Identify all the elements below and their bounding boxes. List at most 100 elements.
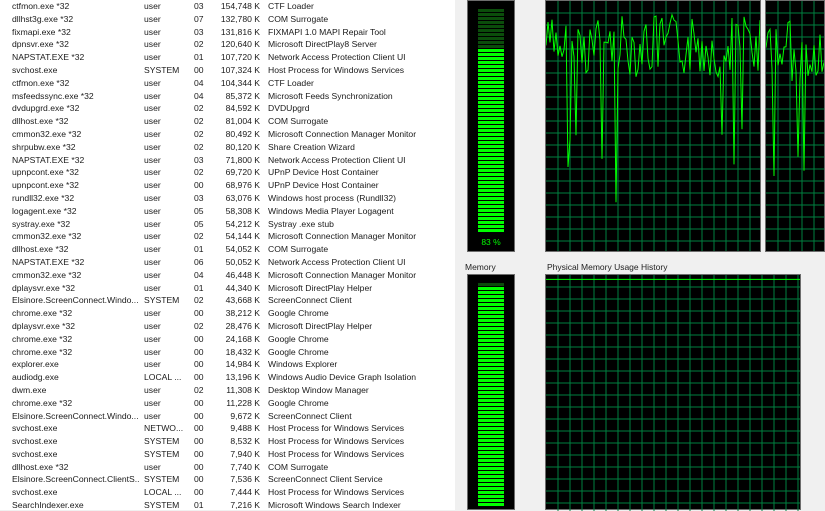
meter-segment xyxy=(478,427,504,430)
process-description: COM Surrogate xyxy=(268,13,329,24)
meter-segment xyxy=(478,133,504,136)
process-row[interactable]: rundll32.exe *32 user 03 63,076 K Windows ho… xyxy=(0,192,455,205)
process-description: Microsoft Feeds Synchronization xyxy=(268,90,393,101)
process-row[interactable]: chrome.exe *32 user 00 18,432 K Google Chrom… xyxy=(0,346,455,359)
process-name: Elsinore.ScreenConnect.Windo... xyxy=(12,410,139,421)
process-memory: 84,592 K xyxy=(225,103,260,114)
process-row[interactable]: dllhost.exe *32 user 02 81,004 K COM Surroga… xyxy=(0,115,455,128)
process-cpu: 00 xyxy=(194,474,204,485)
meter-segment xyxy=(478,423,504,426)
process-row[interactable]: upnpcont.exe *32 user 02 69,720 K UPnP Devic… xyxy=(0,166,455,179)
process-row[interactable]: dplaysvr.exe *32 user 01 44,340 K Microsoft … xyxy=(0,282,455,295)
process-memory: 80,492 K xyxy=(225,128,260,139)
process-row[interactable]: svchost.exe SYSTEM 00 107,324 K Host Process… xyxy=(0,64,455,77)
process-memory: 58,308 K xyxy=(225,205,260,216)
process-description: Google Chrome xyxy=(268,333,329,344)
process-cpu: 07 xyxy=(194,13,204,24)
memory-usage-meter xyxy=(467,274,515,510)
process-row[interactable]: svchost.exe SYSTEM 00 8,532 K Host Process f… xyxy=(0,435,455,448)
process-row[interactable]: svchost.exe LOCAL ... 00 7,444 K Host Proces… xyxy=(0,486,455,499)
process-row[interactable]: audiodg.exe LOCAL ... 00 13,196 K Windows Au… xyxy=(0,371,455,384)
process-row[interactable]: SearchIndexer.exe SYSTEM 01 7,216 K Microsof… xyxy=(0,499,455,510)
meter-segment xyxy=(478,287,504,290)
process-description: UPnP Device Host Container xyxy=(268,167,379,178)
process-row[interactable]: dllhst3g.exe *32 user 07 132,780 K COM Surro… xyxy=(0,13,455,26)
process-user: user xyxy=(144,77,161,88)
process-memory: 7,216 K xyxy=(230,500,260,510)
meter-segment xyxy=(478,41,504,44)
process-cpu: 00 xyxy=(194,461,204,472)
meter-segment xyxy=(478,503,504,506)
process-row[interactable]: systray.exe *32 user 05 54,212 K Systray .ex… xyxy=(0,218,455,231)
memory-history-label: Physical Memory Usage History xyxy=(547,262,668,272)
process-row[interactable]: cmmon32.exe *32 user 04 46,448 K Microsoft C… xyxy=(0,269,455,282)
process-name: cmmon32.exe *32 xyxy=(12,231,82,242)
process-user: SYSTEM xyxy=(144,500,180,510)
process-description: Host Process for Windows Services xyxy=(268,448,405,459)
cpu-usage-percent: 83 % xyxy=(481,237,501,247)
process-row[interactable]: chrome.exe *32 user 00 11,228 K Google Chrom… xyxy=(0,397,455,410)
process-row[interactable]: chrome.exe *32 user 00 24,168 K Google Chrom… xyxy=(0,333,455,346)
process-row[interactable]: msfeedssync.exe *32 user 04 85,372 K Microso… xyxy=(0,90,455,103)
process-name: ctfmon.exe *32 xyxy=(12,1,70,11)
process-description: ScreenConnect Client xyxy=(268,410,352,421)
process-row[interactable]: dpnsvr.exe *32 user 02 120,640 K Microsoft D… xyxy=(0,38,455,51)
process-row[interactable]: cmmon32.exe *32 user 02 80,492 K Microsoft C… xyxy=(0,128,455,141)
process-memory: 9,488 K xyxy=(230,423,260,434)
memory-label: Memory xyxy=(465,262,496,272)
process-row[interactable]: svchost.exe SYSTEM 00 7,940 K Host Process f… xyxy=(0,448,455,461)
meter-segment xyxy=(478,101,504,104)
meter-segment xyxy=(478,73,504,76)
meter-segment xyxy=(478,213,504,216)
process-row[interactable]: Elsinore.ScreenConnect.ClientS... SYSTEM 0… xyxy=(0,473,455,486)
process-row[interactable]: cmmon32.exe *32 user 02 54,144 K Microsoft C… xyxy=(0,230,455,243)
process-row[interactable]: dllhost.exe *32 user 01 54,052 K COM Surroga… xyxy=(0,243,455,256)
process-row[interactable]: dwm.exe user 02 11,308 K Desktop Window Mana… xyxy=(0,384,455,397)
process-user: user xyxy=(144,103,161,114)
meter-segment xyxy=(478,491,504,494)
meter-segment xyxy=(478,351,504,354)
process-list[interactable]: ctfmon.exe *32 user 03 154,748 K CTF Loader d… xyxy=(0,0,455,510)
process-row[interactable]: NAPSTAT.EXE *32 user 01 107,720 K Network Ac… xyxy=(0,51,455,64)
process-row[interactable]: shrpubw.exe *32 user 02 80,120 K Share Creat… xyxy=(0,141,455,154)
process-row[interactable]: dvdupgrd.exe *32 user 02 84,592 K DVDUpgrd xyxy=(0,102,455,115)
process-row[interactable]: NAPSTAT.EXE *32 user 03 71,800 K Network Acc… xyxy=(0,154,455,167)
process-cpu: 03 xyxy=(194,1,204,11)
process-row[interactable]: chrome.exe *32 user 00 38,212 K Google Chrom… xyxy=(0,307,455,320)
process-description: CTF Loader xyxy=(268,1,314,11)
meter-segment xyxy=(478,455,504,458)
process-name: dplaysvr.exe *32 xyxy=(12,320,76,331)
process-name: dllhst3g.exe *32 xyxy=(12,13,74,24)
process-row[interactable]: ctfmon.exe *32 user 04 104,344 K CTF Loader xyxy=(0,77,455,90)
process-memory: 7,940 K xyxy=(230,448,260,459)
process-row[interactable]: dplaysvr.exe *32 user 02 28,476 K Microsoft … xyxy=(0,320,455,333)
process-row[interactable]: upnpcont.exe *32 user 00 68,976 K UPnP Devic… xyxy=(0,179,455,192)
process-row[interactable]: logagent.exe *32 user 05 58,308 K Windows Me… xyxy=(0,205,455,218)
process-row[interactable]: explorer.exe user 00 14,984 K Windows Explor… xyxy=(0,358,455,371)
meter-segment xyxy=(478,145,504,148)
process-name: rundll32.exe *32 xyxy=(12,192,75,203)
process-row[interactable]: Elsinore.ScreenConnect.Windo... user 00 9,6… xyxy=(0,410,455,423)
meter-segment xyxy=(478,395,504,398)
process-memory: 107,720 K xyxy=(220,52,260,63)
process-row[interactable]: ctfmon.exe *32 user 03 154,748 K CTF Loader xyxy=(0,0,455,13)
process-row[interactable]: svchost.exe NETWO... 00 9,488 K Host Process… xyxy=(0,422,455,435)
process-row[interactable]: dllhost.exe *32 user 00 7,740 K COM Surrogat… xyxy=(0,461,455,474)
meter-segment xyxy=(478,311,504,314)
meter-segment xyxy=(478,121,504,124)
process-cpu: 01 xyxy=(194,282,204,293)
meter-segment xyxy=(478,319,504,322)
meter-segment xyxy=(478,81,504,84)
process-memory: 24,168 K xyxy=(225,333,260,344)
process-row[interactable]: fixmapi.exe *32 user 03 131,816 K FIXMAPI 1.… xyxy=(0,26,455,39)
process-user: user xyxy=(144,205,161,216)
meter-segment xyxy=(478,479,504,482)
process-name: svchost.exe xyxy=(12,64,58,75)
process-row[interactable]: NAPSTAT.EXE *32 user 06 50,052 K Network Acc… xyxy=(0,256,455,269)
meter-segment xyxy=(478,193,504,196)
process-description: Windows Media Player Logagent xyxy=(268,205,394,216)
meter-segment xyxy=(478,229,504,232)
meter-segment xyxy=(478,225,504,228)
process-row[interactable]: Elsinore.ScreenConnect.Windo... SYSTEM 02 4… xyxy=(0,294,455,307)
process-name: dwm.exe xyxy=(12,384,47,395)
